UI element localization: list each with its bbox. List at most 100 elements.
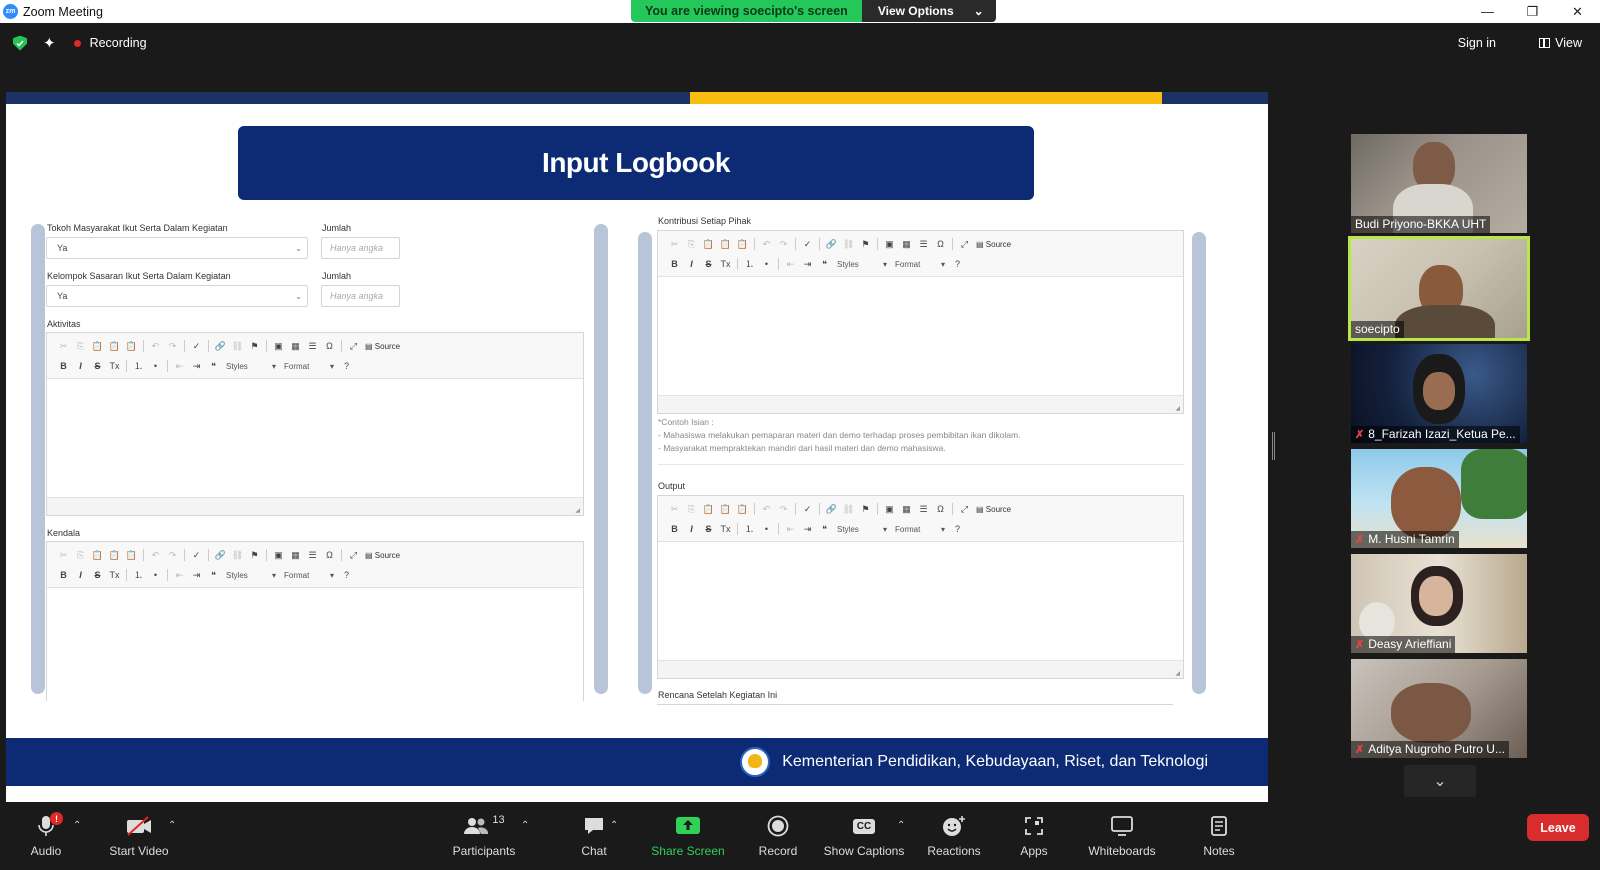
bulleted-list-icon[interactable]: • — [758, 520, 775, 538]
undo-icon[interactable]: ↶ — [758, 235, 775, 253]
spellcheck-icon[interactable]: ✓ — [799, 235, 816, 253]
shared-screen[interactable]: Input Logbook Tokoh Masyarakat Ikut Sert… — [6, 92, 1268, 802]
blockquote-icon[interactable]: ❝ — [816, 255, 833, 273]
tokoh-select[interactable]: Ya ⌄ — [46, 237, 308, 259]
undo-icon[interactable]: ↶ — [147, 337, 164, 355]
anchor-icon[interactable]: ⚑ — [246, 337, 263, 355]
captions-options-caret[interactable]: ⌃ — [897, 820, 905, 831]
unlink-icon[interactable]: ⛓ — [229, 546, 246, 564]
output-editor[interactable]: ✂ ⎘ 📋 📋 📋 ↶ ↷ ✓ 🔗 ⛓ ⚑ ▣ ▦ ☰ Ω ⤢ ▤ Source B I S Tx ⒈ • ⇤ ⇥ ❝ Styles… — [657, 495, 1184, 679]
styles-dropdown[interactable]: Styles ▾ — [833, 525, 891, 534]
indent-icon[interactable]: ⇥ — [188, 357, 205, 375]
remove-format-icon[interactable]: Tx — [717, 520, 734, 538]
blockquote-icon[interactable]: ❝ — [205, 357, 222, 375]
remove-format-icon[interactable]: Tx — [717, 255, 734, 273]
strike-icon[interactable]: S — [89, 357, 106, 375]
horizontal-line-icon[interactable]: ☰ — [915, 500, 932, 518]
cut-icon[interactable]: ✂ — [666, 235, 683, 253]
chat-options-caret[interactable]: ⌃ — [610, 820, 618, 831]
italic-icon[interactable]: I — [72, 566, 89, 584]
help-icon[interactable]: ? — [949, 255, 966, 273]
participant-tile[interactable]: ✗ Deasy Arieffiani — [1351, 554, 1527, 653]
cut-icon[interactable]: ✂ — [55, 546, 72, 564]
minimize-button[interactable]: — — [1465, 0, 1510, 23]
paste-word-icon[interactable]: 📋 — [734, 500, 751, 518]
view-options-button[interactable]: View Options ⌄ — [861, 0, 996, 22]
styles-dropdown[interactable]: Styles ▾ — [833, 260, 891, 269]
help-icon[interactable]: ? — [338, 357, 355, 375]
numbered-list-icon[interactable]: ⒈ — [741, 255, 758, 273]
kelompok-select[interactable]: Ya ⌄ — [46, 285, 308, 307]
paste-icon[interactable]: 📋 — [89, 337, 106, 355]
link-icon[interactable]: 🔗 — [212, 337, 229, 355]
outdent-icon[interactable]: ⇤ — [171, 357, 188, 375]
apps-button[interactable]: Apps — [989, 806, 1079, 870]
paste-icon[interactable]: 📋 — [700, 235, 717, 253]
remove-format-icon[interactable]: Tx — [106, 566, 123, 584]
panel-resize-handle[interactable] — [1272, 432, 1275, 460]
copy-icon[interactable]: ⎘ — [683, 235, 700, 253]
paste-icon[interactable]: 📋 — [89, 546, 106, 564]
image-icon[interactable]: ▣ — [881, 500, 898, 518]
anchor-icon[interactable]: ⚑ — [857, 235, 874, 253]
bold-icon[interactable]: B — [55, 566, 72, 584]
editor-resize-bar[interactable] — [47, 497, 583, 515]
bold-icon[interactable]: B — [666, 520, 683, 538]
help-icon[interactable]: ? — [949, 520, 966, 538]
redo-icon[interactable]: ↷ — [164, 337, 181, 355]
recording-label[interactable]: Recording — [90, 36, 147, 50]
format-dropdown[interactable]: Format ▾ — [280, 571, 338, 580]
redo-icon[interactable]: ↷ — [164, 546, 181, 564]
paste-icon[interactable]: 📋 — [700, 500, 717, 518]
strike-icon[interactable]: S — [89, 566, 106, 584]
indent-icon[interactable]: ⇥ — [799, 255, 816, 273]
styles-dropdown[interactable]: Styles ▾ — [222, 571, 280, 580]
share-screen-button[interactable]: Share Screen — [643, 806, 733, 870]
unlink-icon[interactable]: ⛓ — [229, 337, 246, 355]
indent-icon[interactable]: ⇥ — [799, 520, 816, 538]
jumlah1-input[interactable]: Hanya angka — [321, 237, 400, 259]
outdent-icon[interactable]: ⇤ — [782, 255, 799, 273]
paste-text-icon[interactable]: 📋 — [717, 235, 734, 253]
paste-word-icon[interactable]: 📋 — [734, 235, 751, 253]
participants-button[interactable]: 13 Participants — [439, 806, 529, 870]
reactions-button[interactable]: Reactions — [909, 806, 999, 870]
special-char-icon[interactable]: Ω — [321, 337, 338, 355]
show-captions-button[interactable]: CC Show Captions — [819, 806, 909, 870]
aktivitas-editor[interactable]: ✂ ⎘ 📋 📋 📋 ↶ ↷ ✓ 🔗 ⛓ ⚑ ▣ ▦ ☰ Ω ⤢ ▤ Source B I S Tx ⒈ • ⇤ ⇥ ❝ Styles… — [46, 332, 584, 516]
link-icon[interactable]: 🔗 — [212, 546, 229, 564]
strike-icon[interactable]: S — [700, 520, 717, 538]
undo-icon[interactable]: ↶ — [758, 500, 775, 518]
cut-icon[interactable]: ✂ — [666, 500, 683, 518]
horizontal-line-icon[interactable]: ☰ — [304, 337, 321, 355]
numbered-list-icon[interactable]: ⒈ — [741, 520, 758, 538]
help-icon[interactable]: ? — [338, 566, 355, 584]
image-icon[interactable]: ▣ — [270, 546, 287, 564]
spellcheck-icon[interactable]: ✓ — [188, 337, 205, 355]
maximize-icon[interactable]: ⤢ — [345, 546, 362, 564]
bulleted-list-icon[interactable]: • — [147, 566, 164, 584]
leave-button[interactable]: Leave — [1527, 814, 1589, 841]
editor-resize-bar[interactable] — [658, 660, 1183, 678]
unlink-icon[interactable]: ⛓ — [840, 235, 857, 253]
notes-button[interactable]: Notes — [1174, 806, 1264, 870]
table-icon[interactable]: ▦ — [287, 337, 304, 355]
source-button[interactable]: ▤ Source — [362, 342, 403, 351]
redo-icon[interactable]: ↷ — [775, 235, 792, 253]
shield-icon[interactable] — [13, 35, 27, 51]
remove-format-icon[interactable]: Tx — [106, 357, 123, 375]
redo-icon[interactable]: ↷ — [775, 500, 792, 518]
numbered-list-icon[interactable]: ⒈ — [130, 566, 147, 584]
anchor-icon[interactable]: ⚑ — [857, 500, 874, 518]
link-icon[interactable]: 🔗 — [823, 235, 840, 253]
italic-icon[interactable]: I — [72, 357, 89, 375]
bulleted-list-icon[interactable]: • — [147, 357, 164, 375]
source-button[interactable]: ▤ Source — [362, 551, 403, 560]
audio-options-caret[interactable]: ⌃ — [73, 820, 81, 831]
scroll-down-button[interactable]: ⌄ — [1404, 765, 1476, 797]
editor-resize-bar[interactable] — [658, 395, 1183, 413]
participant-tile[interactable]: ✗ 8_Farizah Izazi_Ketua Pe... — [1351, 344, 1527, 443]
numbered-list-icon[interactable]: ⒈ — [130, 357, 147, 375]
cut-icon[interactable]: ✂ — [55, 337, 72, 355]
copy-icon[interactable]: ⎘ — [72, 337, 89, 355]
